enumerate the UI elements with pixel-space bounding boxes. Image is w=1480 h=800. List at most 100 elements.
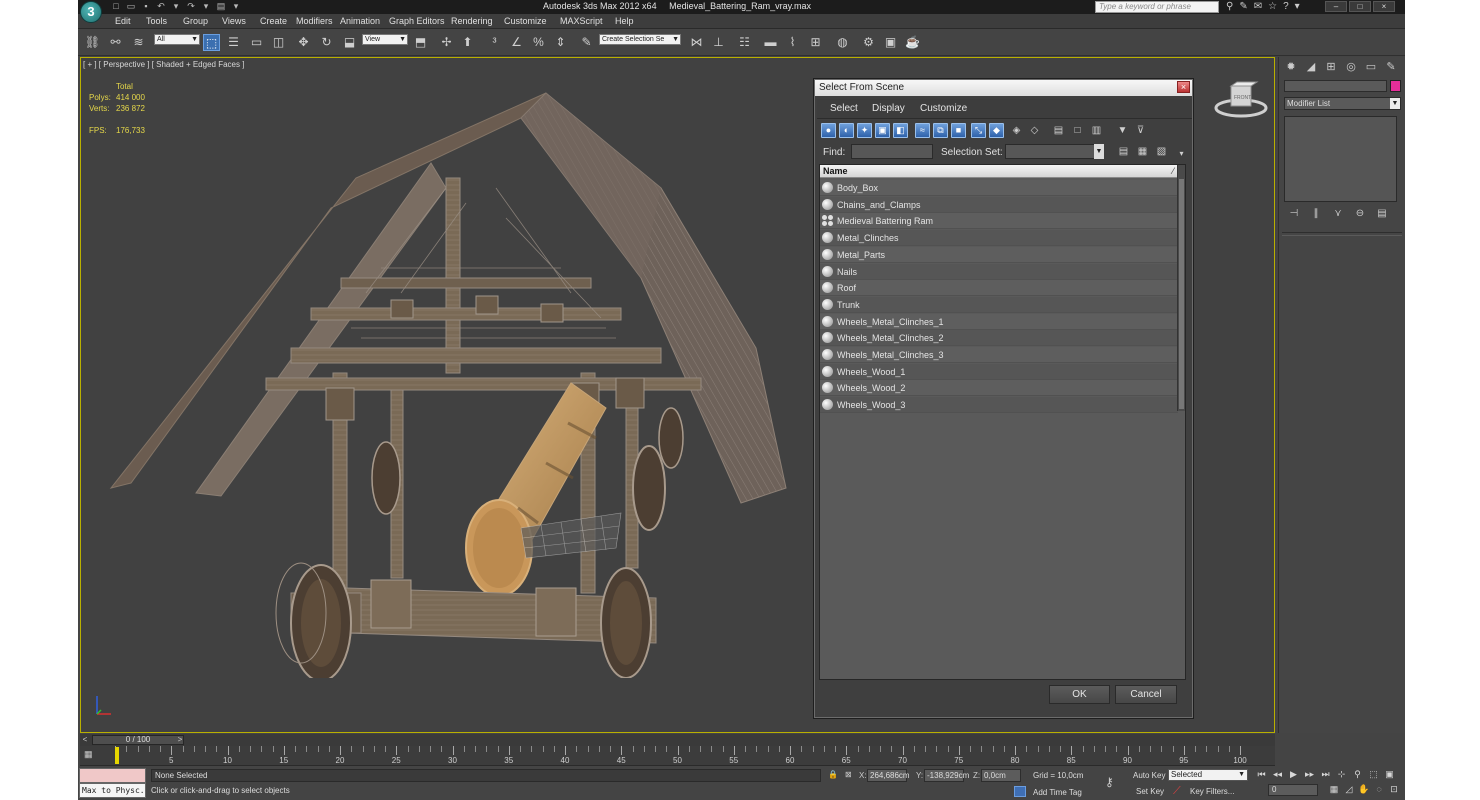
- help-dropdown-icon[interactable]: ▾: [1295, 0, 1300, 14]
- show-end-result-icon[interactable]: ∥: [1309, 207, 1323, 220]
- go-to-start-icon[interactable]: ⏮: [1255, 768, 1268, 781]
- play-icon[interactable]: ▶: [1287, 768, 1300, 781]
- unlink-icon[interactable]: ⚯: [107, 34, 124, 51]
- select-and-move-icon[interactable]: ✥: [295, 34, 312, 51]
- select-and-scale-icon[interactable]: ⬓: [341, 34, 358, 51]
- modify-tab-icon[interactable]: ◢: [1303, 60, 1319, 74]
- undo-icon[interactable]: ↶: [155, 1, 167, 12]
- menu-tools[interactable]: Tools: [146, 16, 167, 26]
- pan-view-icon[interactable]: ✋: [1358, 783, 1370, 796]
- modifier-list-dropdown[interactable]: Modifier List ▼: [1284, 97, 1401, 110]
- remove-from-selection-set-icon[interactable]: ▧: [1154, 144, 1169, 159]
- previous-frame-icon[interactable]: ◂◂: [1271, 768, 1284, 781]
- curve-editor-icon[interactable]: ⌇: [784, 34, 801, 51]
- selection-lock-icon[interactable]: 🔒: [828, 770, 838, 779]
- list-item[interactable]: Metal_Clinches: [820, 230, 1178, 247]
- display-cameras-icon[interactable]: ▣: [875, 123, 890, 138]
- rectangular-selection-icon[interactable]: ▭: [248, 34, 265, 51]
- mini-curve-editor-icon[interactable]: ▦: [84, 749, 96, 760]
- menu-create[interactable]: Create: [260, 16, 287, 26]
- named-selection-dropdown[interactable]: Create Selection Se ▼: [599, 34, 681, 45]
- dialog-menu-customize[interactable]: Customize: [920, 103, 967, 114]
- viewcube-icon[interactable]: FRONT: [1213, 78, 1269, 122]
- render-production-icon[interactable]: ☕: [904, 34, 921, 51]
- next-frame-icon[interactable]: ▸▸: [1303, 768, 1316, 781]
- list-item[interactable]: Medieval Battering Ram: [820, 213, 1178, 230]
- schematic-view-icon[interactable]: ⊞: [807, 34, 824, 51]
- display-all-icon[interactable]: ◈: [1009, 123, 1024, 138]
- list-item[interactable]: Wheels_Wood_1: [820, 363, 1178, 380]
- chevron-down-icon[interactable]: ▼: [1094, 144, 1104, 159]
- redo-dropdown-icon[interactable]: ▾: [200, 1, 212, 12]
- mirror-icon[interactable]: ⋈: [688, 34, 705, 51]
- bind-space-warp-icon[interactable]: ≋: [130, 34, 147, 51]
- select-by-name-icon[interactable]: ☰: [225, 34, 242, 51]
- display-helpers-icon[interactable]: ◧: [893, 123, 908, 138]
- list-item[interactable]: Wheels_Wood_3: [820, 397, 1178, 414]
- go-to-end-icon[interactable]: ⏭: [1319, 768, 1332, 781]
- undo-dropdown-icon[interactable]: ▾: [170, 1, 182, 12]
- cancel-button[interactable]: Cancel: [1115, 685, 1177, 704]
- display-lights-icon[interactable]: ✦: [857, 123, 872, 138]
- collapse-icon[interactable]: ▾: [1174, 146, 1189, 161]
- find-input[interactable]: [851, 144, 933, 159]
- x-coordinate-field[interactable]: 264,686cm: [867, 769, 910, 782]
- track-bar-scale[interactable]: 5 10 15 20 25 30 35 40 45 50 55 60 65 70 75 80 85 90 95 100: [115, 746, 1247, 766]
- next-frame-arrow-icon[interactable]: >: [175, 734, 185, 746]
- make-unique-icon[interactable]: ⋎: [1331, 207, 1345, 220]
- current-frame-field[interactable]: 0: [1268, 784, 1318, 796]
- reference-coordinate-dropdown[interactable]: View ▼: [362, 34, 408, 45]
- minimize-button[interactable]: –: [1325, 1, 1347, 12]
- align-icon[interactable]: ⊥: [710, 34, 727, 51]
- maxscript-listener-input[interactable]: [79, 768, 146, 783]
- field-of-view-icon[interactable]: ◿: [1343, 783, 1355, 796]
- project-folder-icon[interactable]: ▤: [215, 1, 227, 12]
- select-manipulate-icon[interactable]: ✢: [438, 34, 455, 51]
- close-window-button[interactable]: ×: [1373, 1, 1395, 12]
- display-space-warps-icon[interactable]: ≈: [915, 123, 930, 138]
- list-item[interactable]: Roof: [820, 280, 1178, 297]
- modifier-stack[interactable]: [1284, 116, 1397, 202]
- maximize-button[interactable]: □: [1349, 1, 1371, 12]
- select-and-rotate-icon[interactable]: ↻: [318, 34, 335, 51]
- selection-filter-dropdown[interactable]: All ▼: [154, 34, 200, 45]
- add-time-tag[interactable]: Add Time Tag: [1033, 788, 1082, 797]
- set-key-button[interactable]: Set Key: [1136, 787, 1164, 796]
- list-item[interactable]: Nails: [820, 263, 1178, 280]
- configure-modifier-sets-icon[interactable]: ▤: [1375, 207, 1389, 220]
- menu-rendering[interactable]: Rendering: [451, 16, 493, 26]
- select-none-icon[interactable]: □: [1070, 123, 1085, 138]
- list-header-name[interactable]: Name ⁄: [820, 165, 1178, 178]
- menu-modifiers[interactable]: Modifiers: [296, 16, 333, 26]
- display-tab-icon[interactable]: ▭: [1363, 60, 1379, 74]
- filter-settings-icon[interactable]: ⊽: [1133, 123, 1148, 138]
- select-all-icon[interactable]: ▤: [1051, 123, 1066, 138]
- material-editor-icon[interactable]: ◍: [834, 34, 851, 51]
- pivot-center-icon[interactable]: ⬒: [412, 34, 429, 51]
- key-icon[interactable]: ⚷: [1105, 775, 1114, 789]
- edit-named-selection-icon[interactable]: ✎: [578, 34, 595, 51]
- list-item[interactable]: Chains_and_Clamps: [820, 196, 1178, 213]
- spinner-snap-icon[interactable]: ⇕: [552, 34, 569, 51]
- time-tag-icon[interactable]: [1014, 786, 1026, 797]
- object-color-swatch[interactable]: [1390, 80, 1401, 92]
- menu-help[interactable]: Help: [615, 16, 634, 26]
- list-item[interactable]: Wheels_Metal_Clinches_3: [820, 347, 1178, 363]
- display-groups-icon[interactable]: ⧉: [933, 123, 948, 138]
- display-containers-icon[interactable]: ◆: [989, 123, 1004, 138]
- new-file-icon[interactable]: □: [110, 1, 122, 12]
- menu-group[interactable]: Group: [183, 16, 208, 26]
- render-setup-icon[interactable]: ⚙: [860, 34, 877, 51]
- display-shapes-icon[interactable]: ◐: [839, 123, 854, 138]
- viewport-label[interactable]: [ + ] [ Perspective ] [ Shaded + Edged F…: [83, 60, 244, 69]
- time-configuration-icon[interactable]: ▦: [1328, 783, 1340, 796]
- subscription-icon[interactable]: ✎: [1239, 0, 1247, 14]
- maximize-toggle-icon[interactable]: ⊡: [1388, 783, 1400, 796]
- open-file-icon[interactable]: ▭: [125, 1, 137, 12]
- maxscript-listener-output[interactable]: Max to Physc.: [79, 783, 146, 798]
- dialog-title-bar[interactable]: Select From Scene: [815, 80, 1192, 96]
- time-cursor[interactable]: [115, 747, 119, 764]
- menu-animation[interactable]: Animation: [340, 16, 380, 26]
- help-icon[interactable]: ?: [1283, 0, 1289, 14]
- select-invert-icon[interactable]: ▥: [1089, 123, 1104, 138]
